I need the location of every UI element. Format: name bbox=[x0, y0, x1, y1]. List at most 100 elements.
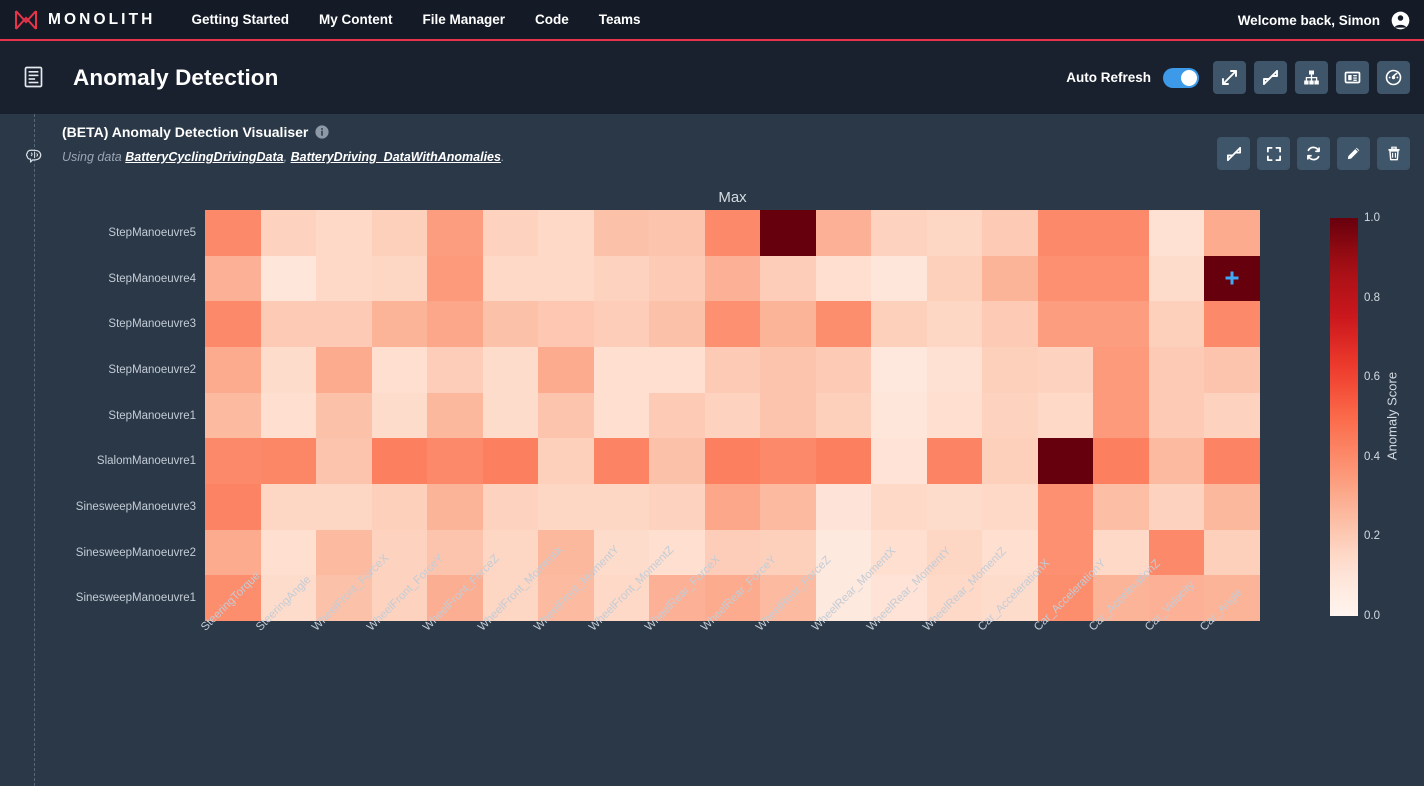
heatmap-cell[interactable] bbox=[482, 255, 539, 302]
heatmap-cell[interactable] bbox=[482, 392, 539, 439]
heatmap-cell[interactable] bbox=[1204, 484, 1260, 530]
heatmap-cell[interactable] bbox=[205, 255, 261, 302]
heatmap-cell[interactable] bbox=[926, 484, 983, 530]
heatmap-cell[interactable] bbox=[593, 392, 650, 439]
heatmap-cell[interactable] bbox=[926, 392, 983, 439]
heatmap-cell[interactable] bbox=[427, 392, 483, 439]
heatmap-cell[interactable] bbox=[1204, 347, 1260, 393]
heatmap-cell[interactable] bbox=[815, 301, 872, 347]
heatmap-cell[interactable] bbox=[760, 210, 816, 256]
brand-logo[interactable]: MONOLITH bbox=[13, 7, 155, 33]
nav-link-file-manager[interactable]: File Manager bbox=[422, 12, 505, 27]
heatmap-cell[interactable] bbox=[815, 438, 872, 484]
heatmap-cell[interactable] bbox=[871, 438, 927, 484]
heatmap-cell[interactable] bbox=[760, 484, 816, 530]
heatmap-cell[interactable] bbox=[260, 210, 317, 256]
heatmap-cell[interactable] bbox=[704, 392, 761, 439]
heatmap-cell[interactable] bbox=[316, 438, 372, 484]
collapse-button[interactable] bbox=[1254, 61, 1287, 94]
heatmap-cell[interactable] bbox=[1093, 392, 1149, 439]
expand-button[interactable] bbox=[1213, 61, 1246, 94]
heatmap-cell[interactable] bbox=[926, 255, 983, 302]
heatmap-cell[interactable] bbox=[704, 438, 761, 484]
heatmap-cell[interactable] bbox=[316, 255, 372, 302]
heatmap-cell[interactable] bbox=[871, 347, 927, 393]
heatmap-cell[interactable] bbox=[205, 529, 261, 576]
heatmap-cell[interactable] bbox=[593, 438, 650, 484]
heatmap-cell[interactable] bbox=[1093, 347, 1149, 393]
heatmap-cell[interactable] bbox=[760, 392, 816, 439]
heatmap-cell[interactable] bbox=[760, 347, 816, 393]
heatmap-cell[interactable] bbox=[1148, 301, 1205, 347]
heatmap-cell[interactable] bbox=[316, 210, 372, 256]
heatmap-cell[interactable] bbox=[482, 347, 539, 393]
heatmap-cell[interactable] bbox=[649, 347, 705, 393]
layout-panel-button[interactable] bbox=[1336, 61, 1369, 94]
heatmap-cell[interactable] bbox=[427, 438, 483, 484]
heatmap-cell[interactable] bbox=[704, 255, 761, 302]
heatmap-cell[interactable] bbox=[815, 347, 872, 393]
heatmap-cell[interactable] bbox=[926, 210, 983, 256]
heatmap-cell[interactable] bbox=[205, 392, 261, 439]
heatmap-cell[interactable] bbox=[316, 392, 372, 439]
heatmap-cell[interactable] bbox=[371, 484, 428, 530]
heatmap-cell[interactable] bbox=[260, 255, 317, 302]
heatmap-cell[interactable] bbox=[593, 347, 650, 393]
heatmap-cell[interactable] bbox=[871, 301, 927, 347]
heatmap-cell[interactable] bbox=[205, 301, 261, 347]
heatmap-cell[interactable] bbox=[704, 301, 761, 347]
heatmap-cell[interactable] bbox=[871, 255, 927, 302]
heatmap-cell[interactable] bbox=[260, 484, 317, 530]
heatmap-cell[interactable] bbox=[1204, 255, 1260, 302]
heatmap-cell[interactable] bbox=[593, 484, 650, 530]
heatmap-cell[interactable] bbox=[704, 210, 761, 256]
heatmap-cell[interactable] bbox=[1037, 392, 1094, 439]
auto-refresh-toggle[interactable] bbox=[1163, 67, 1199, 88]
heatmap-cell[interactable] bbox=[482, 301, 539, 347]
heatmap-cell[interactable] bbox=[260, 347, 317, 393]
heatmap-cell[interactable] bbox=[205, 484, 261, 530]
heatmap-cell[interactable] bbox=[982, 392, 1038, 439]
heatmap-cell[interactable] bbox=[371, 255, 428, 302]
heatmap-cell[interactable] bbox=[1037, 438, 1094, 484]
heatmap-cell[interactable] bbox=[704, 484, 761, 530]
heatmap-cell[interactable] bbox=[1037, 255, 1094, 302]
heatmap-cell[interactable] bbox=[427, 484, 483, 530]
nav-link-code[interactable]: Code bbox=[535, 12, 569, 27]
heatmap-cell[interactable] bbox=[1148, 484, 1205, 530]
heatmap-cell[interactable] bbox=[316, 347, 372, 393]
account-circle-icon[interactable] bbox=[1391, 11, 1410, 30]
heatmap-cell[interactable] bbox=[427, 210, 483, 256]
heatmap-cell[interactable] bbox=[371, 438, 428, 484]
heatmap-cell[interactable] bbox=[427, 301, 483, 347]
heatmap-cell[interactable] bbox=[760, 438, 816, 484]
heatmap-cell[interactable] bbox=[205, 210, 261, 256]
heatmap-cell[interactable] bbox=[1148, 255, 1205, 302]
heatmap-cell[interactable] bbox=[1204, 438, 1260, 484]
heatmap-cell[interactable] bbox=[649, 484, 705, 530]
heatmap-cell[interactable] bbox=[538, 438, 594, 484]
heatmap-cell[interactable] bbox=[538, 347, 594, 393]
nav-link-my-content[interactable]: My Content bbox=[319, 12, 393, 27]
heatmap-cell[interactable] bbox=[427, 347, 483, 393]
heatmap-cell[interactable] bbox=[649, 392, 705, 439]
heatmap-cell[interactable] bbox=[926, 301, 983, 347]
heatmap-cell[interactable] bbox=[760, 255, 816, 302]
heatmap-cell[interactable] bbox=[871, 392, 927, 439]
heatmap-cell[interactable] bbox=[1093, 484, 1149, 530]
heatmap-cell[interactable] bbox=[538, 301, 594, 347]
heatmap-cell[interactable] bbox=[649, 301, 705, 347]
heatmap-cell[interactable] bbox=[1093, 255, 1149, 302]
heatmap-cell[interactable] bbox=[982, 301, 1038, 347]
heatmap-cell[interactable] bbox=[1093, 210, 1149, 256]
heatmap-cell[interactable] bbox=[1037, 301, 1094, 347]
heatmap-cell[interactable] bbox=[593, 255, 650, 302]
heatmap-cell[interactable] bbox=[205, 438, 261, 484]
heatmap-cell[interactable] bbox=[260, 301, 317, 347]
heatmap-cell[interactable] bbox=[593, 301, 650, 347]
heatmap-cell[interactable] bbox=[316, 301, 372, 347]
heatmap-cell[interactable] bbox=[1148, 347, 1205, 393]
heatmap-cell[interactable] bbox=[649, 255, 705, 302]
heatmap-cell[interactable] bbox=[1204, 392, 1260, 439]
heatmap-cell[interactable] bbox=[815, 392, 872, 439]
